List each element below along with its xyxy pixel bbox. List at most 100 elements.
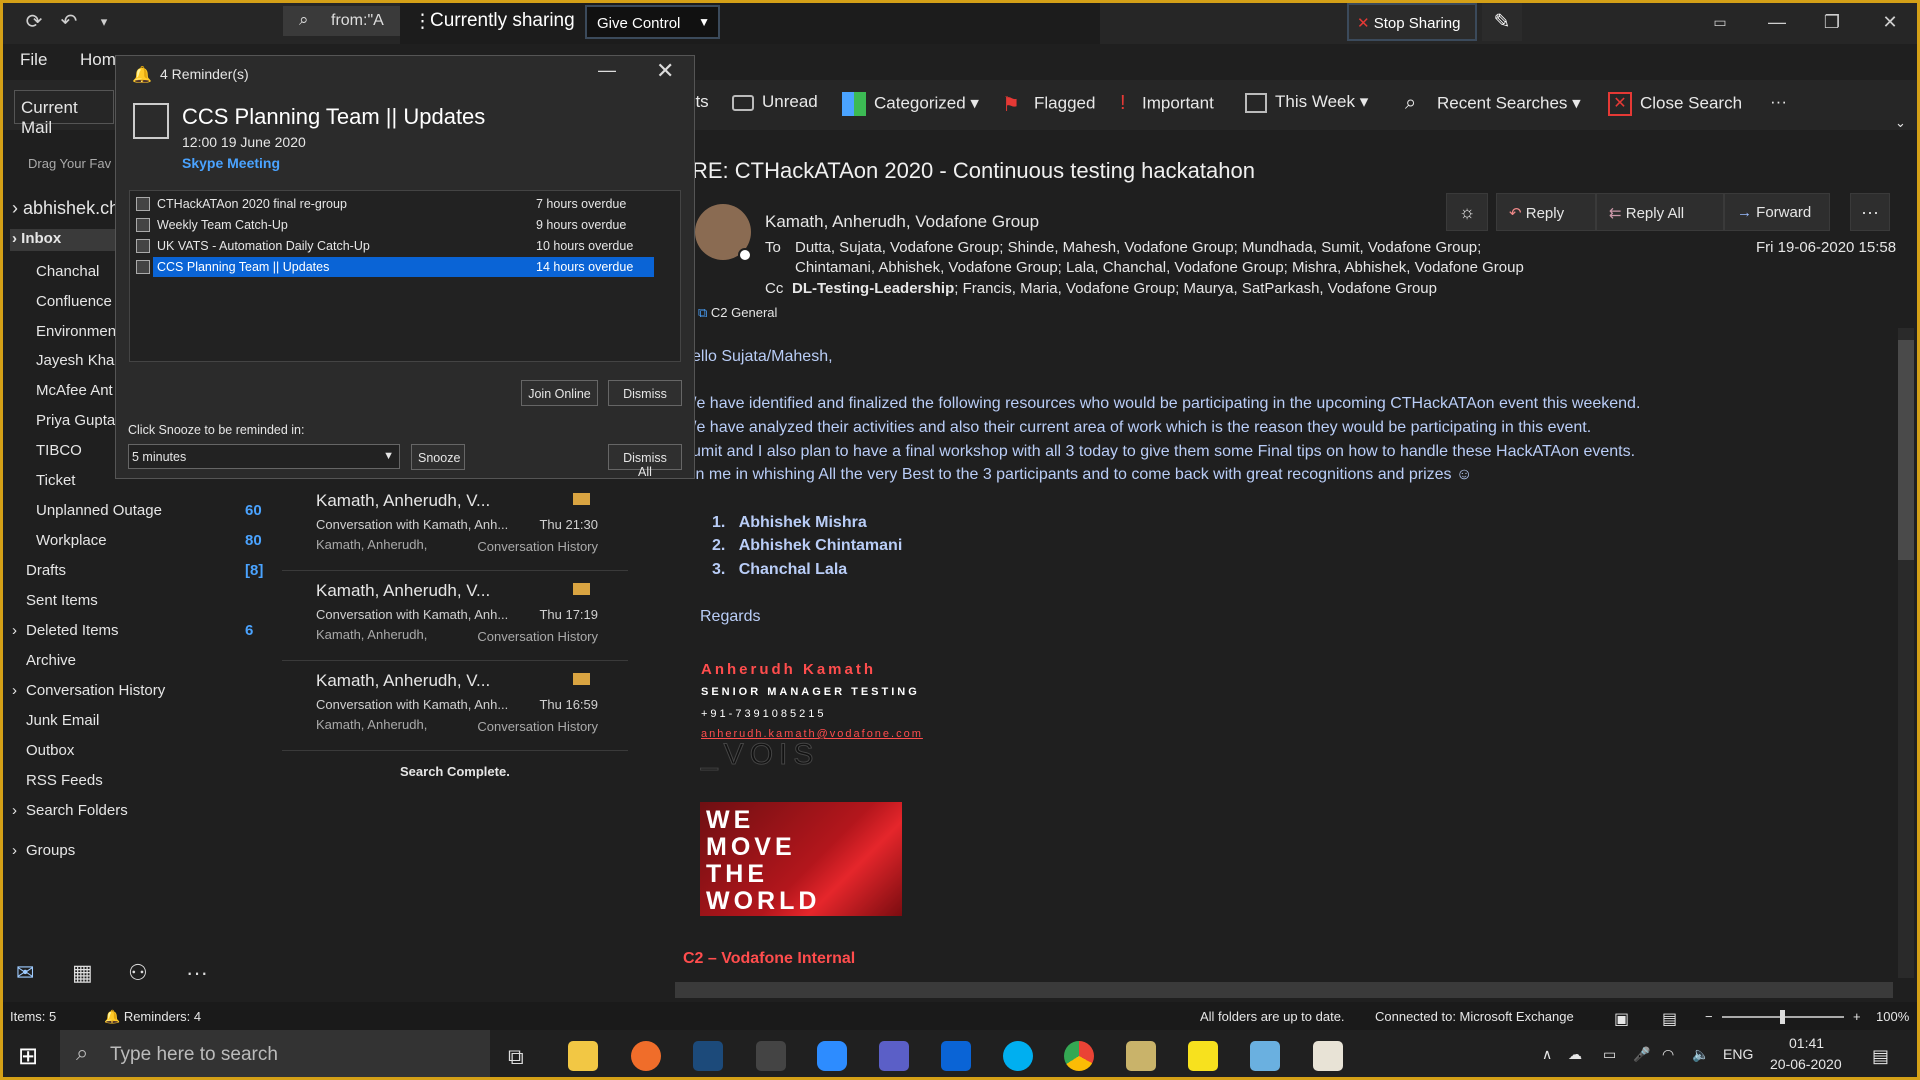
ribbon-important[interactable]: ! Important bbox=[1120, 92, 1214, 116]
restore-button[interactable]: ❐ bbox=[1812, 8, 1852, 36]
zoom-out-icon[interactable]: − bbox=[1705, 1009, 1713, 1024]
zoom-app-icon[interactable] bbox=[817, 1041, 847, 1071]
chevron-right-icon[interactable]: › bbox=[12, 622, 17, 639]
join-online-button[interactable]: Join Online bbox=[521, 380, 598, 406]
outlook-icon[interactable] bbox=[941, 1041, 971, 1071]
normal-view-icon[interactable]: ▣ bbox=[1614, 1009, 1629, 1029]
message-row[interactable]: Kamath, Anherudh, V... Conversation with… bbox=[282, 573, 628, 661]
immersive-reader-icon[interactable]: ☼ bbox=[1446, 193, 1488, 231]
more-apps-icon[interactable]: ··· bbox=[186, 960, 208, 986]
more-actions-icon[interactable]: ··· bbox=[1850, 193, 1890, 231]
sidebar-item-archive[interactable]: Archive bbox=[26, 652, 76, 669]
quick-access-dropdown-icon[interactable]: ▾ bbox=[90, 8, 118, 36]
close-window-button[interactable]: ✕ bbox=[1870, 8, 1910, 36]
cc-recipients[interactable]: DL-Testing-Leadership; Francis, Maria, V… bbox=[792, 280, 1437, 297]
clock-time[interactable]: 01:41 bbox=[1789, 1035, 1824, 1051]
chevron-right-icon[interactable]: › bbox=[12, 682, 17, 699]
zoom-level[interactable]: 100% bbox=[1876, 1009, 1909, 1024]
forward-button[interactable]: → Forward bbox=[1724, 193, 1830, 231]
ribbon-this-week[interactable]: This Week ▾ bbox=[1245, 92, 1368, 113]
stop-sharing-button[interactable]: ✕ Stop Sharing bbox=[1347, 3, 1477, 41]
zoom-in-icon[interactable]: + bbox=[1853, 1009, 1861, 1024]
notifications-icon[interactable]: ▤ bbox=[1872, 1046, 1889, 1067]
current-mailbox-scope[interactable]: Current Mail bbox=[14, 90, 114, 137]
app-icon-network[interactable] bbox=[693, 1041, 723, 1071]
sidebar-item-environmen[interactable]: Environmen bbox=[36, 323, 116, 340]
to-recipients-line-1[interactable]: Dutta, Sujata, Vodafone Group; Shinde, M… bbox=[795, 239, 1481, 256]
sidebar-item-deleted-items[interactable]: Deleted Items bbox=[26, 622, 119, 639]
ribbon-display-icon[interactable]: ▭ bbox=[1700, 8, 1740, 36]
search-input[interactable]: ⌕ from:"A bbox=[283, 6, 403, 36]
dismiss-all-button[interactable]: Dismiss All bbox=[608, 444, 682, 479]
zoom-slider-thumb[interactable] bbox=[1780, 1010, 1785, 1024]
account-node[interactable]: › abhishek.ch bbox=[12, 198, 119, 219]
app-icon-tools[interactable] bbox=[1126, 1041, 1156, 1071]
folder-inbox[interactable]: › Inbox bbox=[12, 230, 61, 247]
tray-overflow-icon[interactable]: ∧ bbox=[1542, 1046, 1552, 1063]
chevron-right-icon[interactable]: › bbox=[12, 802, 17, 819]
sidebar-item-tibco[interactable]: TIBCO bbox=[36, 442, 82, 459]
java-icon[interactable] bbox=[1313, 1041, 1343, 1071]
sidebar-item-conversation-history[interactable]: Conversation History bbox=[26, 682, 165, 699]
sidebar-item-ticket[interactable]: Ticket bbox=[36, 472, 75, 489]
app-icon-orange[interactable] bbox=[631, 1041, 661, 1071]
reading-view-icon[interactable]: ▤ bbox=[1662, 1009, 1677, 1029]
reminder-item[interactable]: Weekly Team Catch-Up 9 hours overdue bbox=[134, 215, 654, 235]
microphone-icon[interactable]: 🎤 bbox=[1633, 1046, 1650, 1063]
reminder-item[interactable]: CTHackATAon 2020 final re-group 7 hours o… bbox=[134, 194, 654, 214]
chrome-icon[interactable] bbox=[1064, 1041, 1094, 1071]
sticky-notes-icon[interactable] bbox=[1188, 1041, 1218, 1071]
message-row[interactable]: Kamath, Anherudh, V... Conversation with… bbox=[282, 483, 628, 571]
battery-icon[interactable]: ▭ bbox=[1603, 1046, 1616, 1063]
undo-icon[interactable]: ↶ bbox=[55, 8, 83, 36]
ribbon-unread[interactable]: Unread bbox=[732, 92, 818, 112]
sidebar-item-outbox[interactable]: Outbox bbox=[26, 742, 74, 759]
sync-icon[interactable]: ⟳ bbox=[20, 8, 48, 36]
sidebar-item-jayesh-khan[interactable]: Jayesh Khan bbox=[36, 352, 123, 369]
menu-file[interactable]: File bbox=[20, 50, 47, 70]
chevron-right-icon[interactable]: › bbox=[12, 842, 17, 859]
ribbon-close-search[interactable]: ✕ Close Search bbox=[1608, 92, 1742, 116]
windows-start-icon[interactable]: ⊞ bbox=[18, 1042, 38, 1071]
sidebar-item-search-folders[interactable]: Search Folders bbox=[26, 802, 128, 819]
language-indicator[interactable]: ENG bbox=[1723, 1046, 1753, 1062]
status-reminders[interactable]: 🔔 Reminders: 4 bbox=[104, 1009, 201, 1025]
menu-home[interactable]: Hom bbox=[80, 50, 116, 70]
sidebar-item-unplanned-outage[interactable]: Unplanned Outage bbox=[36, 502, 162, 519]
sidebar-item-mcafee-ant[interactable]: McAfee Ant bbox=[36, 382, 113, 399]
dismiss-button[interactable]: Dismiss bbox=[608, 380, 682, 406]
mail-icon[interactable]: ✉ bbox=[16, 960, 34, 986]
sidebar-item-sent-items[interactable]: Sent Items bbox=[26, 592, 98, 609]
file-explorer-icon[interactable] bbox=[568, 1041, 598, 1071]
message-row[interactable]: Kamath, Anherudh, V... Conversation with… bbox=[282, 663, 628, 751]
reminder-item-selected[interactable]: CCS Planning Team || Updates 14 hours ove… bbox=[136, 257, 654, 277]
ribbon-more-icon[interactable]: ··· bbox=[1770, 92, 1787, 112]
reply-all-button[interactable]: ⇇ Reply All bbox=[1596, 193, 1724, 231]
reminder-minimize-button[interactable]: — bbox=[598, 60, 616, 81]
sidebar-item-confluence[interactable]: Confluence bbox=[36, 293, 112, 310]
sidebar-item-groups[interactable]: Groups bbox=[26, 842, 75, 859]
skype-icon[interactable] bbox=[1003, 1041, 1033, 1071]
reminder-item[interactable]: UK VATS - Automation Daily Catch-Up 10 ho… bbox=[134, 236, 654, 256]
reminder-close-button[interactable]: ✕ bbox=[656, 58, 674, 84]
sender-name[interactable]: Kamath, Anherudh, Vodafone Group bbox=[765, 212, 1039, 232]
sidebar-item-junk-email[interactable]: Junk Email bbox=[26, 712, 99, 729]
people-icon[interactable]: ⚇ bbox=[128, 960, 148, 986]
sidebar-item-drafts[interactable]: Drafts bbox=[26, 562, 66, 579]
sidebar-item-rss-feeds[interactable]: RSS Feeds bbox=[26, 772, 103, 789]
reply-button[interactable]: ↶ Reply bbox=[1496, 193, 1596, 231]
clock-date[interactable]: 20-06-2020 bbox=[1770, 1056, 1842, 1072]
sidebar-item-priya-gupta[interactable]: Priya Gupta bbox=[36, 412, 115, 429]
sidebar-item-chanchal[interactable]: Chanchal bbox=[36, 263, 99, 280]
taskbar-search[interactable]: ⌕ Type here to search bbox=[60, 1030, 490, 1080]
snooze-interval-select[interactable]: 5 minutes ▼ bbox=[128, 444, 400, 469]
annotate-icon[interactable]: ✎ bbox=[1482, 3, 1522, 41]
onedrive-icon[interactable]: ☁ bbox=[1568, 1046, 1582, 1063]
to-recipients-line-2[interactable]: Chintamani, Abhishek, Vodafone Group; La… bbox=[795, 259, 1524, 276]
horizontal-scrollbar[interactable] bbox=[675, 982, 1893, 998]
app-icon-triangle[interactable] bbox=[756, 1041, 786, 1071]
snooze-button[interactable]: Snooze bbox=[411, 444, 465, 470]
give-control-dropdown[interactable]: Give Control ▼ bbox=[585, 5, 720, 39]
ribbon-flagged[interactable]: ⚑ Flagged bbox=[1002, 92, 1095, 116]
ribbon-categorized[interactable]: Categorized ▾ bbox=[842, 92, 979, 116]
